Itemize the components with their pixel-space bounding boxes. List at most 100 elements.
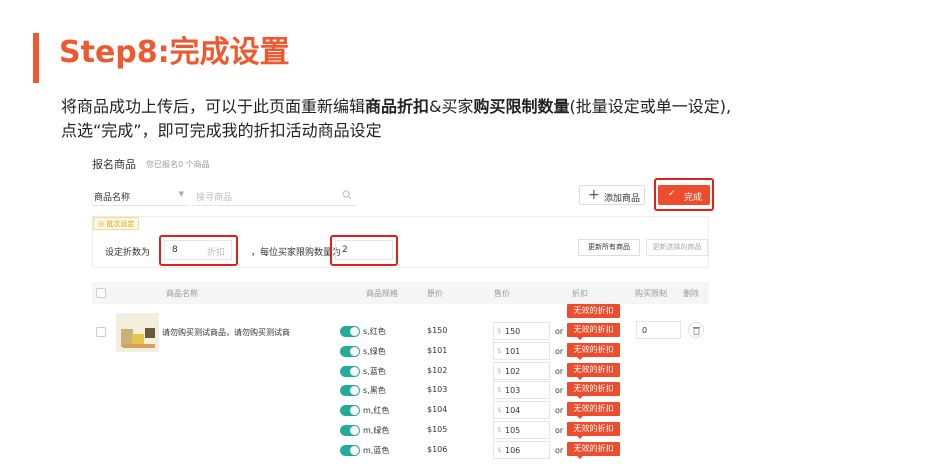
purchase-limit-input[interactable]: 2 xyxy=(335,240,393,260)
variant-toggle[interactable] xyxy=(340,326,360,337)
currency-symbol: $ xyxy=(497,406,502,415)
search-select-value: 商品名称 xyxy=(94,193,131,203)
col-limit: 购买限制 xyxy=(635,289,667,298)
sale-price-input[interactable]: $150 xyxy=(493,322,550,340)
original-price: $106 xyxy=(427,444,448,454)
variant-name: m,红色 xyxy=(363,406,390,416)
sale-price-value: 101 xyxy=(505,346,521,356)
step-title: Step8:完成设置 xyxy=(59,35,290,70)
set-discount-label: 设定折数为 xyxy=(105,248,151,258)
variant-row: m,蓝色 $106 $106 or 无效的折扣 xyxy=(80,440,720,462)
sale-price-value: 103 xyxy=(505,386,521,396)
or-label: or xyxy=(555,406,564,416)
original-price: $105 xyxy=(427,425,448,434)
batch-settings-tag: ◎ 批次设定 xyxy=(93,217,140,230)
purchase-limit-label: ，每位买家限购数量为 xyxy=(251,248,342,258)
description: 将商品成功上传后，可以于此页面重新编辑商品折扣&买家购买限制数量(批量设定或单一… xyxy=(61,95,731,143)
done-label: 完成 xyxy=(684,193,703,203)
variant-toggle[interactable] xyxy=(340,365,360,377)
variant-toggle[interactable] xyxy=(340,345,360,357)
registered-products-panel: 报名商品 您已报名0 个商品 商品名称 ▼ 搜寻商品 + 添加商品 ✓ 完成 ◎… xyxy=(80,150,720,467)
add-product-button[interactable]: + 添加商品 xyxy=(579,185,645,205)
variant-row: s,绿色 $101 $101 or 无效的折扣 xyxy=(80,341,720,363)
variant-row: m,绿色 $105 $105 or 无效的折扣 xyxy=(80,421,720,442)
description-line-1: 将商品成功上传后，可以于此页面重新编辑商品折扣&买家购买限制数量(批量设定或单一… xyxy=(61,97,732,116)
update-all-button[interactable]: 更新所有商品 xyxy=(578,239,640,256)
table-header: 商品名称 商品规格 原价 售价 折扣 购买限制 删除 xyxy=(92,282,709,304)
variant-name: s,绿色 xyxy=(363,346,386,356)
currency-symbol: $ xyxy=(497,426,502,434)
original-price: $101 xyxy=(427,345,448,355)
description-line-2: 点选“完成”，即可完成我的折扣活动商品设定 xyxy=(61,121,382,140)
variant-row: s,红色 $150 $150 or 无效的折扣 xyxy=(80,322,720,343)
variant-name: m,绿色 xyxy=(363,426,390,435)
check-icon: ✓ xyxy=(668,189,676,199)
currency-symbol: $ xyxy=(497,366,502,375)
variant-toggle[interactable] xyxy=(340,405,360,417)
original-price: $104 xyxy=(427,405,448,415)
sale-price-input[interactable]: $102 xyxy=(493,361,550,380)
discount-value: 8 xyxy=(172,245,178,255)
add-product-label: 添加商品 xyxy=(604,194,641,204)
variant-row: s,蓝色 $102 $102 or 无效的折扣 xyxy=(80,361,720,383)
or-label: or xyxy=(555,426,564,435)
panel-title: 报名商品 xyxy=(92,158,136,171)
variant-name: s,红色 xyxy=(363,327,386,336)
col-sale: 售价 xyxy=(494,289,510,298)
sale-price-value: 104 xyxy=(505,406,521,416)
invalid-discount-badge: 无效的折扣 xyxy=(567,382,620,400)
variant-row: m,红色 $104 $104 or 无效的折扣 xyxy=(80,401,720,422)
col-spec: 商品规格 xyxy=(366,289,398,298)
variant-name: s,蓝色 xyxy=(363,366,386,376)
or-label: or xyxy=(555,346,564,356)
invalid-discount-badge: 无效的折扣 xyxy=(567,342,620,360)
sale-price-input[interactable]: $101 xyxy=(493,341,550,360)
search-row: 商品名称 ▼ 搜寻商品 xyxy=(92,186,356,206)
currency-symbol: $ xyxy=(497,327,502,335)
col-delete: 删除 xyxy=(683,289,699,298)
or-label: or xyxy=(555,445,564,455)
title-accent-bar xyxy=(33,33,39,83)
sale-price-input[interactable]: $106 xyxy=(493,440,550,459)
currency-symbol: $ xyxy=(497,386,502,395)
discount-input[interactable]: 8 折扣 xyxy=(164,240,232,260)
or-label: or xyxy=(555,327,564,336)
variant-toggle[interactable] xyxy=(340,444,360,456)
sale-price-input[interactable]: $104 xyxy=(493,401,550,420)
invalid-discount-badge: 无效的折扣 xyxy=(567,441,620,459)
original-price: $150 xyxy=(427,326,448,335)
variant-name: s,黑色 xyxy=(363,386,386,396)
col-price: 原价 xyxy=(427,289,443,298)
original-price: $102 xyxy=(427,365,448,375)
purchase-limit-value: 2 xyxy=(342,245,348,255)
invalid-discount-badge: 无效的折扣 xyxy=(567,402,620,420)
batch-settings-box: ◎ 批次设定 设定折数为 8 折扣 ，每位买家限购数量为 2 更新所有商品 更新… xyxy=(92,216,709,268)
update-selected-button[interactable]: 更新选择的商品 xyxy=(646,239,708,256)
sale-price-input[interactable]: $103 xyxy=(493,381,550,400)
search-input[interactable]: 搜寻商品 xyxy=(192,186,356,206)
currency-symbol: $ xyxy=(497,445,502,454)
variant-toggle[interactable] xyxy=(340,385,360,397)
invalid-discount-badge: 无效的折扣 xyxy=(567,362,620,380)
sale-price-input[interactable]: $105 xyxy=(493,421,550,439)
plus-icon: + xyxy=(588,187,600,203)
select-all-checkbox[interactable] xyxy=(96,288,106,298)
sale-price-value: 106 xyxy=(505,445,521,455)
sale-price-value: 150 xyxy=(505,327,521,336)
variant-toggle[interactable] xyxy=(340,425,360,436)
original-price: $103 xyxy=(427,385,448,395)
col-name: 商品名称 xyxy=(166,289,198,298)
panel-subtitle: 您已报名0 个商品 xyxy=(146,160,210,169)
search-field-select[interactable]: 商品名称 ▼ xyxy=(92,186,190,206)
invalid-discount-badge: 无效的折扣 xyxy=(567,323,620,340)
col-discount: 折扣 xyxy=(572,289,588,298)
variant-name: m,蓝色 xyxy=(363,445,390,455)
sale-price-value: 105 xyxy=(505,426,521,435)
done-button[interactable]: ✓ 完成 xyxy=(658,185,710,205)
currency-symbol: $ xyxy=(497,346,502,355)
chevron-down-icon: ▼ xyxy=(178,190,184,198)
invalid-discount-badge: 无效的折扣 xyxy=(567,422,620,439)
or-label: or xyxy=(555,386,564,396)
discount-unit: 折扣 xyxy=(206,248,225,258)
sale-price-value: 102 xyxy=(505,366,521,376)
